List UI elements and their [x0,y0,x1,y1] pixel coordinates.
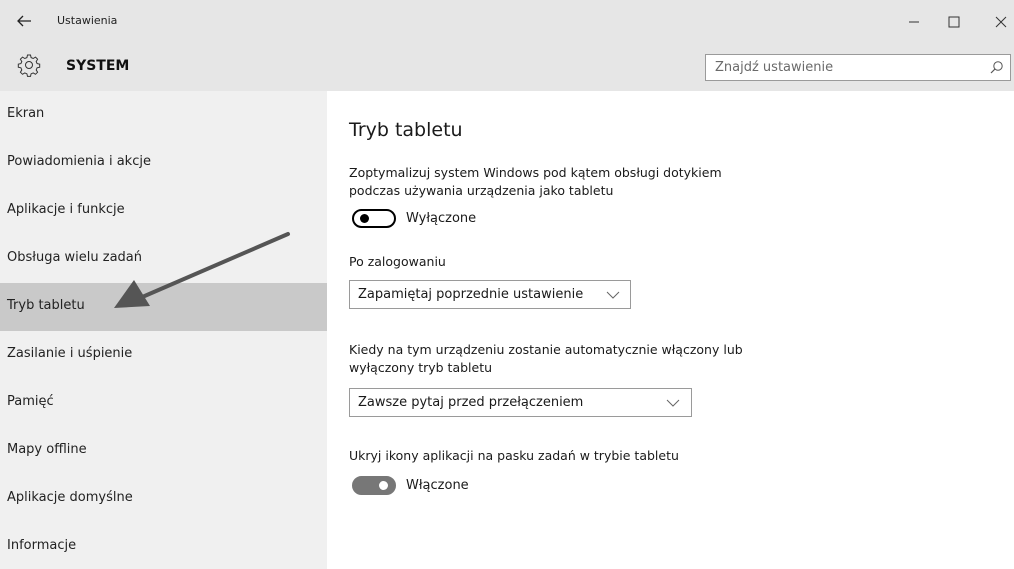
sidebar-item-mapy-offline[interactable]: Mapy offline [0,427,327,475]
title-bar: Ustawienia [0,0,1014,41]
toggle-knob [379,481,388,490]
sidebar-item-label: Mapy offline [7,442,87,457]
chevron-down-icon [666,399,680,407]
maximize-icon[interactable] [943,11,965,33]
search-input[interactable] [706,55,976,80]
auto-mode-dropdown-value: Zawsze pytaj przed przełączeniem [358,395,584,410]
sidebar-item-aplikacje-domyslne[interactable]: Aplikacje domyślne [0,475,327,523]
optimize-description: Zoptymalizuj system Windows pod kątem ob… [349,165,722,198]
toggle-knob [360,214,369,223]
login-dropdown-value: Zapamiętaj poprzednie ustawienie [358,287,584,302]
header-bar: SYSTEM [0,41,1014,91]
back-arrow-icon[interactable] [14,11,34,31]
sidebar-item-label: Powiadomienia i akcje [7,154,151,169]
tablet-mode-toggle[interactable] [352,209,396,228]
auto-mode-dropdown[interactable]: Zawsze pytaj przed przełączeniem [349,388,692,417]
sidebar-item-label: Aplikacje domyślne [7,490,133,505]
annotation-arrow-icon [114,232,290,308]
sidebar: Ekran Powiadomienia i akcje Aplikacje i … [0,91,327,569]
page-header-title: SYSTEM [66,58,130,74]
page-title: Tryb tabletu [349,119,463,141]
hide-icons-toggle[interactable] [352,476,396,495]
gear-icon [17,54,41,77]
sidebar-item-label: Tryb tabletu [7,298,85,313]
search-box[interactable] [705,54,1011,81]
tablet-mode-toggle-label: Wyłączone [406,211,477,226]
hide-icons-toggle-label: Włączone [406,478,469,493]
sidebar-item-label: Informacje [7,538,77,553]
search-icon[interactable] [989,60,1004,75]
sidebar-item-label: Pamięć [7,394,54,409]
window-title: Ustawienia [57,14,118,27]
chevron-down-icon [606,291,620,299]
sidebar-item-pamiec[interactable]: Pamięć [0,379,327,427]
login-dropdown[interactable]: Zapamiętaj poprzednie ustawienie [349,280,631,309]
minimize-icon[interactable] [903,11,925,33]
sidebar-item-label: Ekran [7,106,45,121]
main-content: Tryb tabletu Zoptymalizuj system Windows… [327,91,1014,569]
sidebar-item-powiadomienia[interactable]: Powiadomienia i akcje [0,139,327,187]
sidebar-item-zasilanie[interactable]: Zasilanie i uśpienie [0,331,327,379]
sidebar-item-label: Aplikacje i funkcje [7,202,125,217]
close-icon[interactable] [990,11,1012,33]
sidebar-item-informacje[interactable]: Informacje [0,523,327,569]
auto-description: Kiedy na tym urządzeniu zostanie automat… [349,342,743,375]
sidebar-item-label: Zasilanie i uśpienie [7,346,133,361]
sidebar-item-ekran[interactable]: Ekran [0,91,327,139]
hide-icons-label: Ukryj ikony aplikacji na pasku zadań w t… [349,448,679,463]
login-label: Po zalogowaniu [349,254,446,269]
